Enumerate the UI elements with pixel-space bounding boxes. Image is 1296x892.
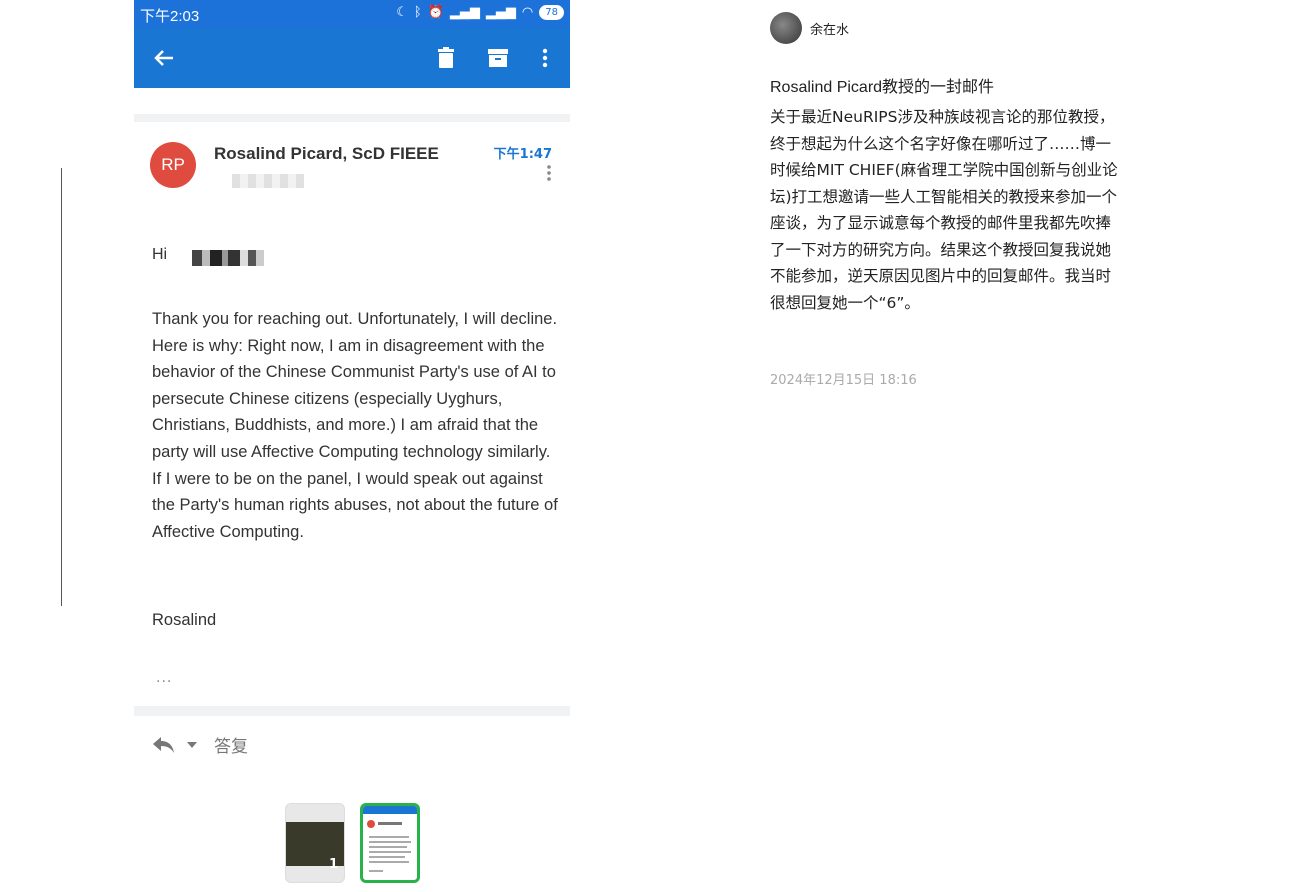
chevron-down-icon[interactable] <box>186 741 198 749</box>
left-divider-line <box>61 168 62 606</box>
bluetooth-icon: ᛒ <box>413 5 422 20</box>
mail-time: 下午1:47 <box>493 147 552 162</box>
more-vertical-icon[interactable] <box>529 42 561 74</box>
alarm-icon: ⏰ <box>427 5 444 20</box>
greeting: Hi <box>152 246 168 263</box>
signal-2-icon: ▂▄▆ <box>485 5 516 20</box>
previous-message-cutoff <box>134 88 570 98</box>
archive-icon[interactable] <box>482 42 514 74</box>
email-body: Thank you for reaching out. Unfortunatel… <box>152 310 558 541</box>
status-icons: ☾ ᛒ ⏰ ▂▄▆ ▂▄▆ ◠ 78 <box>396 5 564 20</box>
reply-label: 答复 <box>214 737 248 757</box>
email-screenshot-image[interactable]: 下午2:03 ☾ ᛒ ⏰ ▂▄▆ ▂▄▆ ◠ 78 RP Rosalind Pi… <box>134 0 570 770</box>
status-time: 下午2:03 <box>140 8 200 25</box>
post-title: Rosalind Picard教授的一封邮件 <box>770 79 995 96</box>
thumbnail-email-preview <box>363 806 417 872</box>
bottom-separator <box>134 706 570 716</box>
message-separator <box>134 114 570 122</box>
sender-address-blurred <box>232 174 304 188</box>
delete-icon[interactable] <box>430 42 462 74</box>
author-name[interactable]: 余在水 <box>810 19 849 38</box>
post-body: 关于最近NeuRIPS涉及种族歧视言论的那位教授，终于想起为什么这个名字好像在哪… <box>770 108 1118 312</box>
recipient-name-blurred <box>192 250 264 266</box>
author-avatar[interactable] <box>770 12 802 44</box>
moon-icon: ☾ <box>396 5 408 20</box>
post-timestamp: 2024年12月15日 18:16 <box>770 373 917 388</box>
image-thumbnail-1[interactable]: 1 <box>285 803 345 883</box>
wifi-icon: ◠ <box>521 5 534 20</box>
status-bar: 下午2:03 ☾ ᛒ ⏰ ▂▄▆ ▂▄▆ ◠ 78 <box>134 0 570 28</box>
reply-bar[interactable]: 答复 <box>152 732 248 757</box>
email-signature: Rosalind <box>152 611 217 629</box>
sender-avatar: RP <box>150 142 196 188</box>
sender-name: Rosalind Picard, ScD FIEEE <box>214 144 439 163</box>
thumbnail-index: 1 <box>328 857 338 872</box>
back-arrow-icon[interactable] <box>148 42 180 74</box>
show-more-dots[interactable]: ... <box>156 670 172 686</box>
battery-indicator: 78 <box>539 5 564 20</box>
message-more-icon[interactable] <box>546 164 552 186</box>
signal-icon: ▂▄▆ <box>449 5 480 20</box>
email-toolbar <box>134 28 570 88</box>
image-thumbnail-2[interactable] <box>360 803 420 883</box>
reply-icon[interactable] <box>152 736 176 754</box>
